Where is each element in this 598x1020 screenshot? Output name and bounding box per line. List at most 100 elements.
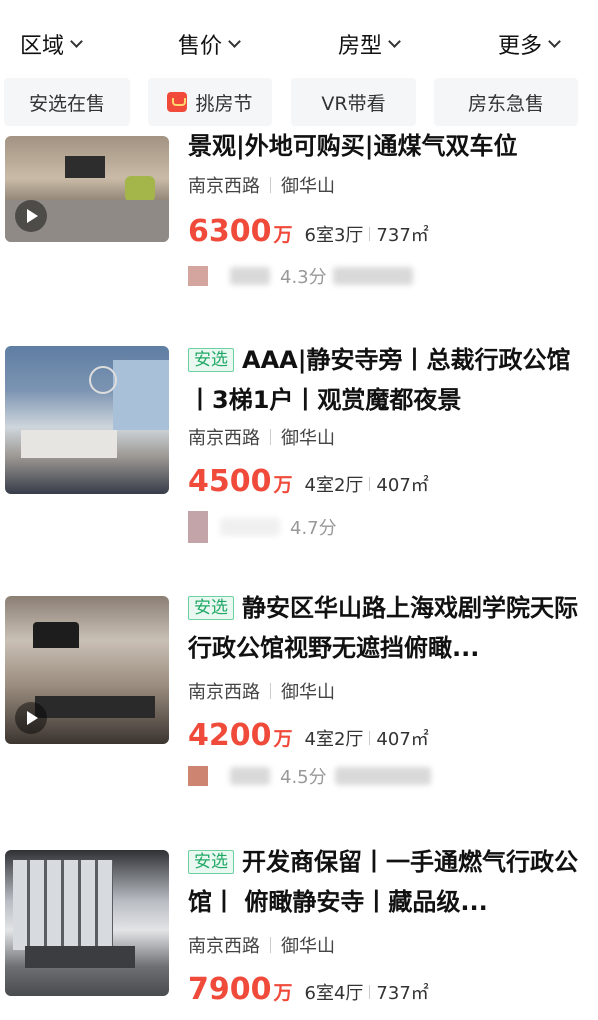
- price-value: 4200: [188, 718, 272, 753]
- agent-row[interactable]: 4.7分: [188, 510, 337, 544]
- filter-area[interactable]: 区域: [20, 28, 83, 60]
- room-layout: 4室2厅: [304, 475, 364, 496]
- window-shape: [13, 860, 113, 950]
- community: 御华山: [281, 936, 335, 957]
- play-icon[interactable]: [15, 200, 47, 232]
- sofa-shape: [21, 430, 117, 458]
- anxuan-badge: 安选: [188, 348, 234, 372]
- filter-layout[interactable]: 房型: [338, 28, 401, 60]
- blurred-agent-info: [334, 767, 431, 785]
- title-text: 景观|外地可购买|通煤气双车位: [188, 132, 518, 160]
- listing-location: 南京西路 御华山: [188, 172, 335, 198]
- tag-anxuan[interactable]: 安选在售: [4, 78, 130, 126]
- divider: [369, 731, 371, 745]
- chevron-down-icon: [548, 35, 561, 48]
- listing-title[interactable]: 安选 静安区华山路上海戏剧学院天际行政公馆视野无遮挡俯瞰...: [188, 588, 583, 668]
- listing-location: 南京西路 御华山: [188, 678, 335, 704]
- tag-label: 安选在售: [28, 92, 105, 115]
- divider: [270, 429, 271, 445]
- listing-title[interactable]: 景观|外地可购买|通煤气双车位: [188, 126, 583, 166]
- tag-label: 挑房节: [195, 92, 253, 115]
- agent-row[interactable]: 4.3分: [188, 262, 413, 290]
- play-icon[interactable]: [15, 702, 47, 734]
- price-unit: 万: [273, 224, 293, 246]
- filter-price-label: 售价: [178, 34, 223, 59]
- divider: [369, 477, 371, 491]
- agent-score: 4.3分: [280, 267, 327, 288]
- agent-avatar: [188, 766, 208, 786]
- filter-layout-label: 房型: [338, 34, 383, 59]
- floor-area: 737㎡: [376, 225, 429, 246]
- listing-title[interactable]: 安选 开发商保留丨一手通燃气行政公馆丨 俯瞰静安寺丨藏品级...: [188, 842, 583, 922]
- agent-score: 4.7分: [290, 518, 337, 539]
- tag-label: VR带看: [321, 92, 386, 115]
- divider: [270, 177, 271, 193]
- tag-festival[interactable]: 挑房节: [148, 78, 272, 126]
- blurred-agent-name: [230, 267, 270, 285]
- gift-icon: [167, 92, 188, 112]
- title-text: 开发商保留丨一手通燃气行政公馆丨 俯瞰静安寺丨藏品级...: [188, 848, 578, 916]
- price-unit: 万: [273, 982, 293, 1004]
- divider: [369, 227, 371, 241]
- anxuan-badge: 安选: [188, 850, 234, 874]
- agent-score: 4.5分: [280, 767, 327, 788]
- agent-avatar: [188, 266, 208, 286]
- room-layout: 4室2厅: [304, 729, 364, 750]
- price-row: 4200 万 4室2厅 407㎡: [188, 718, 429, 753]
- district: 南京西路: [188, 428, 260, 449]
- community: 御华山: [281, 682, 335, 703]
- room-layout: 6室3厅: [304, 225, 364, 246]
- blurred-agent-name: [220, 518, 280, 536]
- chevron-down-icon: [388, 35, 401, 48]
- divider: [270, 937, 271, 953]
- filter-more[interactable]: 更多: [498, 28, 561, 60]
- tv-shape: [65, 156, 105, 178]
- community: 御华山: [281, 428, 335, 449]
- price-value: 7900: [188, 972, 272, 1007]
- quick-tags: 安选在售 挑房节 VR带看 房东急售: [0, 78, 598, 130]
- table-shape: [35, 696, 155, 718]
- divider: [270, 683, 271, 699]
- listing-photo[interactable]: [5, 850, 169, 996]
- district: 南京西路: [188, 682, 260, 703]
- title-text: AAA|静安寺旁丨总裁行政公馆丨3梯1户丨观赏魔都夜景: [188, 346, 571, 414]
- price-value: 4500: [188, 464, 272, 499]
- listing-title[interactable]: 安选 AAA|静安寺旁丨总裁行政公馆丨3梯1户丨观赏魔都夜景: [188, 340, 583, 420]
- listing-photo[interactable]: [5, 346, 169, 494]
- district: 南京西路: [188, 176, 260, 197]
- filter-more-label: 更多: [498, 34, 543, 59]
- lamp-shape: [33, 622, 79, 648]
- listing-location: 南京西路 御华山: [188, 424, 335, 450]
- tag-vr[interactable]: VR带看: [291, 78, 416, 126]
- blurred-agent-name: [230, 767, 270, 785]
- filter-area-label: 区域: [20, 34, 65, 59]
- blurred-agent-info: [332, 267, 413, 285]
- price-row: 4500 万 4室2厅 407㎡: [188, 464, 429, 499]
- sofa-shape: [25, 946, 135, 968]
- title-text: 静安区华山路上海戏剧学院天际行政公馆视野无遮挡俯瞰...: [188, 594, 578, 662]
- floor-area: 407㎡: [376, 475, 429, 496]
- listing-photo[interactable]: [5, 136, 169, 242]
- filter-price[interactable]: 售价: [178, 28, 241, 60]
- chevron-down-icon: [228, 35, 241, 48]
- lamp-shape: [89, 366, 117, 394]
- price-value: 6300: [188, 214, 272, 249]
- filter-bar: 区域 售价 房型 更多: [0, 0, 598, 78]
- agent-avatar: [188, 511, 208, 543]
- tag-label: 房东急售: [467, 92, 544, 115]
- price-row: 6300 万 6室3厅 737㎡: [188, 214, 429, 249]
- divider: [369, 985, 371, 999]
- price-unit: 万: [273, 474, 293, 496]
- agent-row[interactable]: 4.5分: [188, 762, 431, 790]
- floor-area: 737㎡: [376, 983, 429, 1004]
- listing-location: 南京西路 御华山: [188, 932, 335, 958]
- window-shape: [113, 360, 169, 430]
- floor-area: 407㎡: [376, 729, 429, 750]
- listing-photo[interactable]: [5, 596, 169, 744]
- price-row: 7900 万 6室4厅 737㎡: [188, 972, 429, 1007]
- room-layout: 6室4厅: [304, 983, 364, 1004]
- tag-urgent[interactable]: 房东急售: [434, 78, 578, 126]
- chair-shape: [125, 176, 155, 202]
- community: 御华山: [281, 176, 335, 197]
- district: 南京西路: [188, 936, 260, 957]
